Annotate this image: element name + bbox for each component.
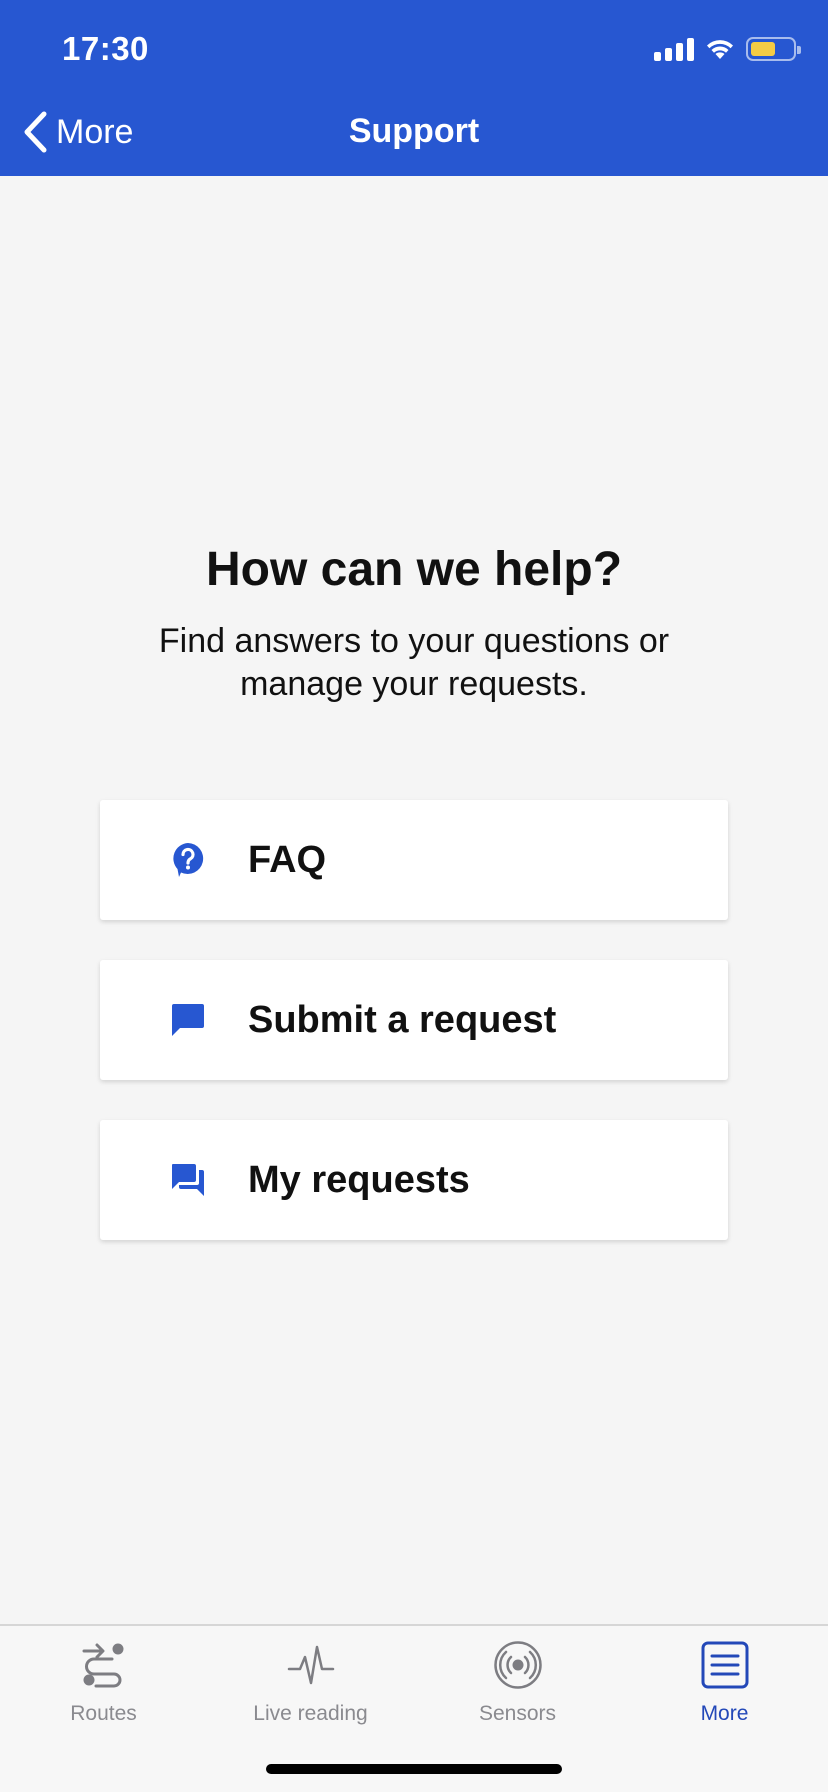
status-time: 17:30 <box>62 30 149 67</box>
menu-list-icon <box>700 1640 750 1690</box>
routes-icon <box>79 1640 129 1690</box>
help-subtitle: Find answers to your questions or manage… <box>158 622 670 703</box>
page-title: Support <box>348 112 480 150</box>
faq-label: FAQ <box>248 838 327 881</box>
submit-request-button[interactable]: Submit a request <box>100 960 728 1080</box>
chat-bubbles-icon <box>170 1162 206 1198</box>
wifi-icon <box>707 40 733 59</box>
submit-request-label: Submit a request <box>248 998 557 1041</box>
tab-routes-label: Routes <box>70 1702 137 1725</box>
top-bar: 17:30 More Support <box>0 0 828 176</box>
my-requests-label: My requests <box>248 1158 470 1201</box>
tab-live-reading-label: Live reading <box>253 1702 368 1725</box>
chat-bubble-icon <box>170 1002 206 1038</box>
my-requests-button[interactable]: My requests <box>100 1120 728 1240</box>
question-bubble-icon <box>170 842 206 878</box>
sensor-icon <box>493 1640 543 1690</box>
faq-button[interactable]: FAQ <box>100 800 728 920</box>
home-indicator[interactable] <box>266 1764 562 1774</box>
help-heading: How can we help? <box>205 543 623 596</box>
tab-more-label: More <box>700 1702 749 1725</box>
tab-routes[interactable]: Routes <box>0 1640 207 1750</box>
tab-sensors[interactable]: Sensors <box>414 1640 621 1750</box>
tab-live-reading[interactable]: Live reading <box>207 1640 414 1750</box>
cellular-signal-icon <box>654 37 694 61</box>
battery-icon <box>746 37 801 61</box>
status-icons <box>654 34 801 64</box>
tab-more[interactable]: More <box>621 1640 828 1750</box>
tab-sensors-label: Sensors <box>478 1702 557 1725</box>
pulse-icon <box>286 1640 336 1690</box>
